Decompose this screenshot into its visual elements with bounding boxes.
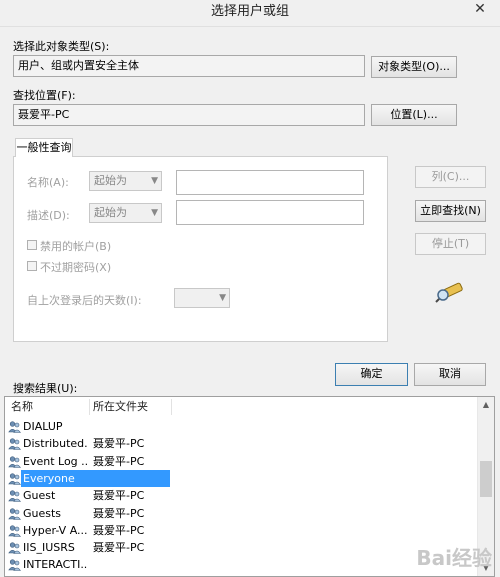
name-input[interactable] [176, 170, 364, 195]
user-group-icon [8, 524, 21, 537]
user-group-icon [8, 507, 21, 520]
row-name: Distributed... [23, 437, 87, 451]
days-since-logon-select[interactable]: ▼ [174, 288, 230, 308]
chevron-down-icon: ▼ [219, 293, 226, 303]
row-name: Guest [23, 489, 56, 503]
name-label: 名称(A): [27, 176, 69, 189]
row-name: Guests [23, 506, 62, 520]
row-name: INTERACTI... [23, 558, 87, 572]
user-group-icon [8, 558, 21, 572]
chevron-down-icon: ▼ [151, 208, 158, 218]
stop-button[interactable]: 停止(T) [415, 233, 486, 255]
ok-button[interactable]: 确定 [335, 363, 408, 386]
disabled-accounts-checkbox[interactable] [27, 240, 37, 250]
row-folder: 聂爱平-PC [93, 437, 145, 451]
tab-general-query[interactable]: 一般性查询 [15, 138, 73, 157]
description-mode-value: 起始为 [94, 206, 127, 219]
table-row[interactable]: Guest 聂爱平-PC [5, 487, 475, 504]
row-name: Everyone [23, 471, 75, 485]
location-label: 查找位置(F): [13, 89, 76, 102]
scroll-thumb[interactable] [480, 461, 492, 497]
description-label: 描述(D): [27, 209, 70, 222]
row-folder: 聂爱平-PC [93, 523, 145, 537]
row-folder: 聂爱平-PC [93, 454, 145, 468]
search-results-label: 搜索结果(U): [13, 382, 78, 395]
user-group-icon [8, 472, 21, 485]
watermark-logo: Bai经验 [416, 546, 492, 570]
table-row[interactable]: Event Log ... 聂爱平-PC [5, 453, 475, 470]
search-icon [435, 282, 463, 303]
columns-button[interactable]: 列(C)... [415, 166, 486, 188]
table-row[interactable]: IIS_IUSRS 聂爱平-PC [5, 539, 475, 556]
row-name: Event Log ... [23, 454, 87, 468]
table-row[interactable]: Distributed... 聂爱平-PC [5, 435, 475, 452]
table-row[interactable]: DIALUP [5, 418, 475, 435]
scroll-up-icon[interactable]: ▲ [478, 398, 494, 412]
find-now-button[interactable]: 立即查找(N) [415, 200, 486, 222]
row-folder: 聂爱平-PC [93, 506, 145, 520]
row-name: DIALUP [23, 420, 63, 433]
object-type-label: 选择此对象类型(S): [13, 40, 110, 53]
non-expiring-password-checkbox[interactable] [27, 261, 37, 271]
column-divider [89, 399, 90, 415]
column-divider [171, 399, 172, 415]
row-name: IIS_IUSRS [23, 541, 75, 555]
cancel-button[interactable]: 取消 [414, 363, 486, 386]
object-type-field: 用户、组或内置安全主体 [13, 55, 365, 77]
column-header-name[interactable]: 名称 [11, 397, 33, 417]
user-group-icon [8, 541, 21, 554]
object-type-button[interactable]: 对象类型(O)... [371, 56, 457, 78]
name-mode-select[interactable]: 起始为 ▼ [89, 171, 162, 191]
close-icon[interactable]: ✕ [466, 0, 494, 20]
table-row[interactable]: Everyone [5, 469, 475, 487]
user-group-icon [8, 455, 21, 468]
location-field: 聂爱平-PC [13, 104, 365, 126]
table-row[interactable]: INTERACTI... [5, 556, 475, 573]
window-title: 选择用户或组 [210, 4, 289, 19]
row-folder: 聂爱平-PC [93, 541, 145, 555]
disabled-accounts-label: 禁用的帐户(B) [40, 240, 112, 253]
non-expiring-password-label: 不过期密码(X) [40, 261, 112, 274]
column-header-folder[interactable]: 所在文件夹 [93, 397, 148, 417]
row-folder: 聂爱平-PC [93, 489, 145, 503]
chevron-down-icon: ▼ [151, 176, 158, 186]
table-row[interactable]: Hyper-V A... 聂爱平-PC [5, 522, 475, 539]
name-mode-value: 起始为 [94, 174, 127, 187]
description-mode-select[interactable]: 起始为 ▼ [89, 203, 162, 223]
user-group-icon [8, 437, 21, 451]
user-group-icon [8, 489, 21, 502]
table-row[interactable]: Guests 聂爱平-PC [5, 505, 475, 522]
days-since-logon-label: 自上次登录后的天数(I): [27, 294, 142, 307]
location-button[interactable]: 位置(L)... [371, 104, 457, 126]
row-name: Hyper-V A... [23, 523, 87, 537]
user-group-icon [8, 420, 21, 433]
description-input[interactable] [176, 200, 364, 225]
